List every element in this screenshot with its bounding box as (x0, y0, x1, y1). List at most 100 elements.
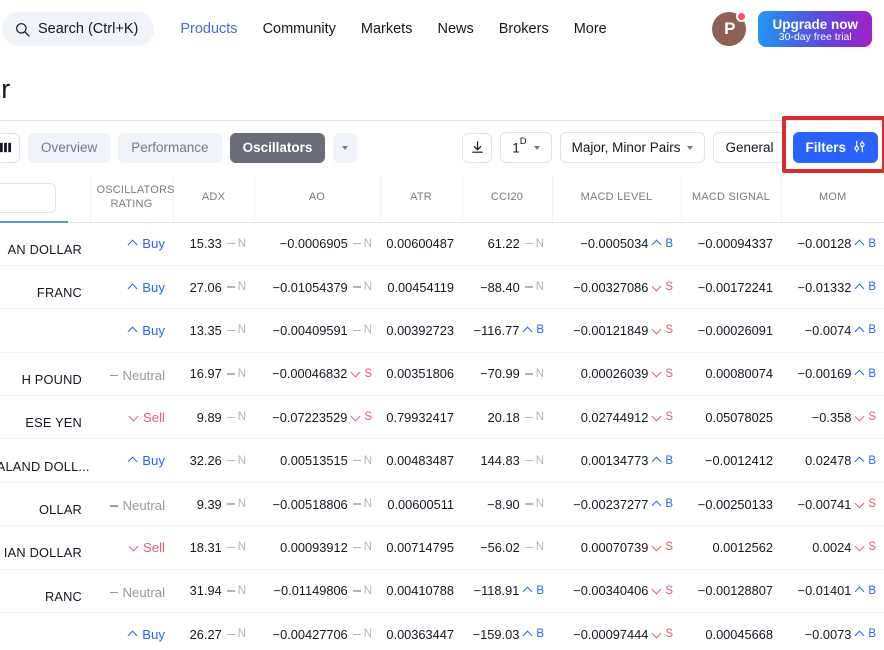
cell-mom: −0.0074 B (781, 308, 884, 353)
nav-link-news[interactable]: News (437, 21, 473, 37)
columns-icon[interactable] (0, 132, 20, 163)
download-icon[interactable] (462, 132, 493, 163)
symbol-search-input[interactable] (0, 182, 56, 213)
cell-value: 26.27 (189, 626, 222, 642)
cell-atr: 0.00363447 (380, 612, 462, 650)
cell-value: −0.00250133 (697, 496, 773, 512)
tab-performance[interactable]: Performance (118, 132, 222, 163)
column-header-oscillators-rating[interactable]: OSCILLATORS RATING (89, 174, 175, 223)
cell-adx: 16.97 N (173, 352, 254, 397)
general-button[interactable]: General (713, 132, 786, 163)
cell-symbol[interactable]: RANC (0, 569, 90, 614)
dash-icon (352, 242, 361, 245)
nav-link-markets[interactable]: Markets (361, 21, 413, 37)
table-row[interactable]: Buy 26.27 N −0.00427706 N 0.00363447 −159.03 B −… (0, 612, 884, 650)
cell-value: 13.35 (189, 322, 222, 338)
tab-overview[interactable]: Overview (28, 132, 111, 163)
column-header-symbol[interactable] (0, 174, 90, 223)
market-filter-selector[interactable]: Major, Minor Pairs (559, 132, 706, 163)
rating-sell: Sell (130, 540, 165, 555)
cell-value: 61.22 (487, 236, 520, 252)
table-row[interactable]: FRANC Buy 27.06 N −0.01054379 N 0.00454119 −88.… (0, 265, 884, 310)
cell-adx: 31.94 N (173, 569, 254, 614)
toolbar-right-group: 1D Major, Minor Pairs General Filters (462, 116, 884, 173)
cell-symbol[interactable]: ESE YEN (0, 395, 90, 440)
cell-symbol[interactable]: EALAND DOLL... (0, 438, 90, 483)
cell-macd-level: −0.00327086 S (552, 265, 681, 310)
filters-button[interactable]: Filters (793, 132, 878, 163)
upgrade-now-button[interactable]: Upgrade now 30-day free trial (758, 11, 872, 47)
rating-neutral: Neutral (110, 368, 165, 383)
screener-table-container[interactable]: OSCILLATORS RATING ADX AO ATR CCI20 MACD… (0, 174, 884, 650)
table-row[interactable]: RANC Neutral 31.94 N −0.01149806 N 0.00410788−… (0, 569, 884, 614)
column-header-adx[interactable]: ADX (172, 174, 254, 223)
cell-ao: −0.07223529 S (254, 395, 380, 440)
table-row[interactable]: Buy 13.35 N −0.00409591 N 0.00392723 −116.77 B −… (0, 308, 884, 353)
nav-link-brokers[interactable]: Brokers (499, 21, 549, 37)
avatar[interactable]: P (712, 11, 748, 46)
table-header: OSCILLATORS RATING ADX AO ATR CCI20 MACD… (0, 174, 884, 223)
cell-value: 0.00351806 (386, 366, 454, 382)
nav-link-products[interactable]: Products (180, 21, 237, 37)
signal-neutral: N (226, 585, 246, 597)
table-row[interactable]: IAN DOLLAR Sell 18.31 N 0.00093912 N 0.0071479… (0, 525, 884, 570)
signal-neutral: N (226, 541, 246, 553)
signal-sell: S (653, 368, 673, 380)
cell-symbol[interactable]: AN DOLLAR (0, 222, 90, 266)
cell-oscillators-rating: Sell (90, 525, 173, 570)
column-header-macd-level[interactable]: MACD LEVEL (551, 174, 681, 223)
signal-neutral: N (524, 238, 544, 250)
column-header-ao[interactable]: AO (253, 174, 380, 223)
nav-link-more[interactable]: More (574, 21, 607, 37)
rating-label: Buy (142, 626, 165, 642)
cell-symbol[interactable] (0, 308, 90, 353)
cell-value: −0.00172241 (697, 279, 773, 295)
cell-cci20: −70.99 N (462, 352, 552, 397)
tab-oscillators[interactable]: Oscillators (229, 132, 326, 163)
signal-buy: B (856, 455, 876, 467)
dash-icon (524, 503, 533, 505)
table-row[interactable]: OLLAR Neutral 9.39 N −0.00518806 N 0.00600511−… (0, 482, 884, 527)
filters-label: Filters (805, 140, 846, 155)
dash-icon (524, 546, 533, 549)
rating-label: Buy (142, 453, 165, 469)
dash-icon (226, 546, 235, 549)
cell-value: 0.79932417 (386, 409, 454, 425)
symbol-name: ESE YEN (25, 415, 82, 431)
global-search-button[interactable]: Search (Ctrl+K) (2, 12, 155, 46)
dash-icon (524, 286, 533, 288)
cell-value: −0.01401 (797, 583, 852, 599)
cell-symbol[interactable]: OLLAR (0, 482, 90, 527)
signal-sell: S (352, 368, 372, 380)
column-header-mom[interactable]: MOM (780, 174, 884, 223)
cell-symbol[interactable]: IAN DOLLAR (0, 525, 90, 570)
cell-value: 32.26 (189, 453, 222, 469)
chevron-up-icon (129, 630, 138, 639)
cell-adx: 9.89 N (173, 395, 254, 440)
cell-value: 0.00392723 (386, 322, 454, 338)
cell-value: 0.00070739 (580, 539, 649, 555)
rating-buy: Buy (129, 453, 165, 468)
cell-ao: −0.0006905 N (254, 222, 380, 266)
column-header-atr[interactable]: ATR (379, 174, 462, 223)
cell-value: 18.31 (189, 539, 222, 555)
cell-symbol[interactable]: H POUND (0, 352, 90, 397)
cell-value: 0.00454119 (387, 279, 454, 295)
table-body: AN DOLLAR Buy 15.33 N −0.0006905 N 0.00600487 6… (0, 222, 884, 650)
cell-cci20: −8.90 N (462, 482, 552, 527)
tabs-more-button[interactable] (333, 132, 358, 163)
table-row[interactable]: H POUND Neutral 16.97 N −0.00046832 S 0.003518… (0, 352, 884, 397)
table-row[interactable]: EALAND DOLL... Buy 32.26 N 0.00513515 N 0.0048… (0, 438, 884, 483)
table-row[interactable]: ESE YEN Sell 9.89 N −0.07223529 S 0.79932417 20… (0, 395, 884, 440)
table-row[interactable]: AN DOLLAR Buy 15.33 N −0.0006905 N 0.00600487 6… (0, 222, 884, 266)
signal-buy: B (856, 585, 876, 597)
cell-value: −0.00518806 (272, 496, 348, 512)
nav-link-community[interactable]: Community (263, 21, 336, 37)
cell-symbol[interactable] (0, 612, 90, 650)
cell-symbol[interactable]: FRANC (0, 265, 90, 310)
chevron-up-icon (129, 283, 138, 292)
column-header-macd-signal[interactable]: MACD SIGNAL (680, 174, 781, 223)
column-header-cci20[interactable]: CCI20 (461, 174, 552, 223)
timeframe-selector[interactable]: 1D (500, 132, 552, 163)
chevron-up-icon (129, 239, 138, 248)
